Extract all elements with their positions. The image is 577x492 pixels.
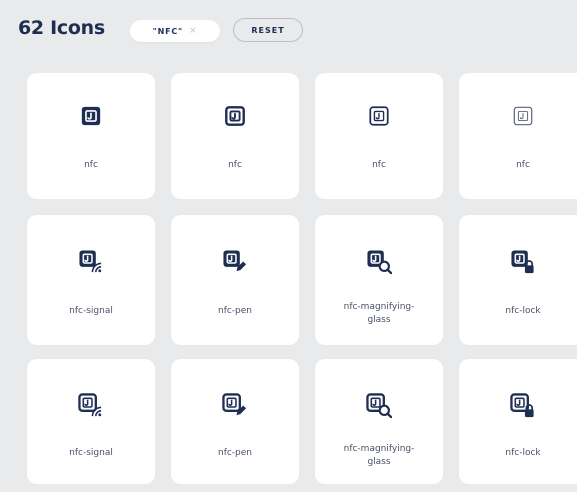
- icon-card-nfc-lock[interactable]: nfc-lock: [459, 215, 577, 345]
- filter-chip-label: "NFC": [152, 26, 184, 36]
- nfc-pen-icon: [223, 250, 247, 272]
- nfc-icon: [513, 106, 533, 126]
- icon-card-nfc-magnifying-glass[interactable]: nfc-magnifying-glass: [315, 215, 443, 345]
- nfc-lock-icon: [510, 393, 534, 418]
- nfc-lock-icon: [511, 250, 534, 274]
- icon-card-nfc[interactable]: nfc: [171, 73, 299, 199]
- icon-card-label: nfc-signal: [69, 306, 113, 316]
- icon-card-label: nfc-pen: [217, 448, 253, 458]
- icon-card-nfc-signal[interactable]: nfc-signal: [27, 215, 155, 345]
- nfc-signal-icon: [79, 250, 102, 273]
- icon-card-nfc-pen[interactable]: nfc-pen: [171, 215, 299, 345]
- icon-card-nfc-signal[interactable]: nfc-signal: [27, 359, 155, 484]
- icon-card-nfc[interactable]: nfc: [27, 73, 155, 199]
- filter-chip-nfc[interactable]: "NFC" ×: [130, 20, 220, 42]
- icon-card-nfc-magnifying-glass[interactable]: nfc-magnifying-glass: [315, 359, 443, 484]
- icon-card-label: nfc-signal: [69, 448, 113, 458]
- nfc-magnifying-glass-icon: [366, 393, 392, 419]
- nfc-pen-icon: [222, 393, 247, 416]
- close-icon[interactable]: ×: [189, 26, 197, 36]
- reset-button[interactable]: RESET: [233, 18, 303, 42]
- icon-card-label: nfc-pen: [217, 306, 253, 316]
- icon-count: 62 Icons: [18, 17, 105, 39]
- icon-card-label: nfc-magnifying-glass: [343, 302, 415, 325]
- results-header: 62 Icons "NFC" × RESET: [0, 0, 577, 62]
- icon-card-label: nfc: [516, 160, 530, 170]
- icon-card-nfc-pen[interactable]: nfc-pen: [171, 359, 299, 484]
- icon-card-nfc-lock[interactable]: nfc-lock: [459, 359, 577, 484]
- nfc-signal-icon: [78, 393, 102, 417]
- nfc-icon: [225, 106, 245, 126]
- icon-card-label: nfc: [372, 160, 386, 170]
- icon-card-label: nfc-magnifying-glass: [343, 444, 415, 467]
- icon-card-label: nfc: [228, 160, 242, 170]
- icon-card-label: nfc-lock: [505, 448, 541, 458]
- nfc-icon: [81, 106, 101, 126]
- nfc-magnifying-glass-icon: [367, 250, 392, 275]
- icon-card-label: nfc-lock: [505, 306, 541, 316]
- nfc-icon: [369, 106, 389, 126]
- icon-card-label: nfc: [84, 160, 98, 170]
- icon-card-nfc[interactable]: nfc: [315, 73, 443, 199]
- icon-card-nfc[interactable]: nfc: [459, 73, 577, 199]
